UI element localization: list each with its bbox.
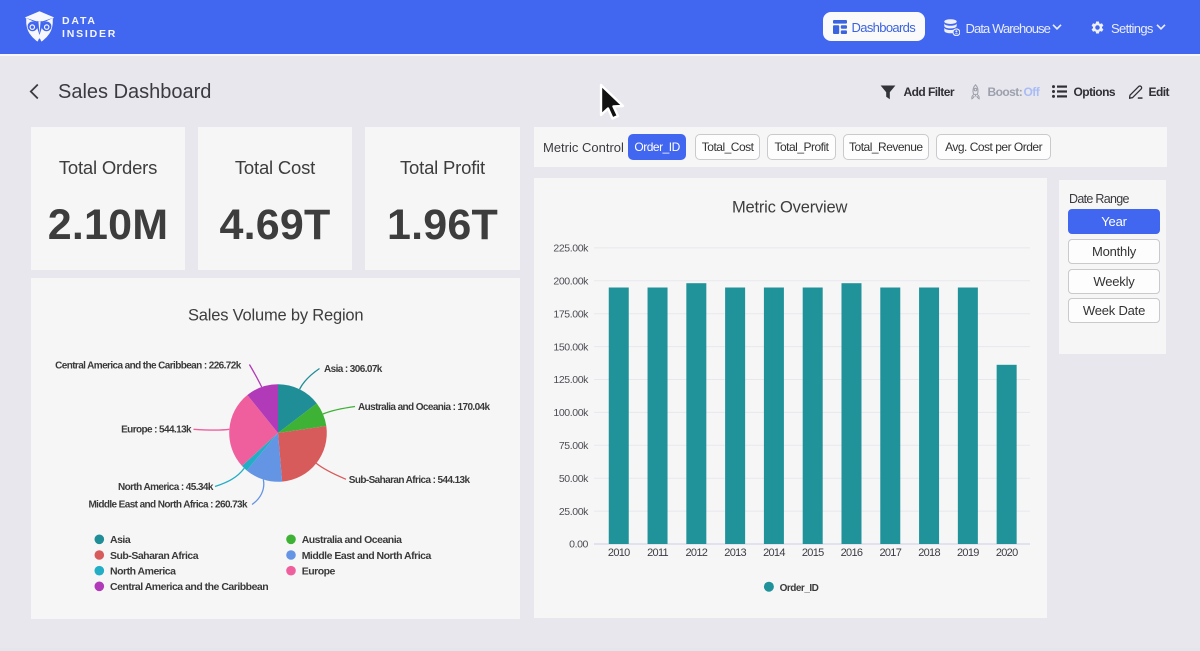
svg-text:2016: 2016 [841,547,863,559]
svg-text:Australia and Oceania: Australia and Oceania [302,534,402,546]
svg-text:75.00k: 75.00k [559,440,589,452]
svg-text:Central America and the Caribb: Central America and the Caribbean : 226.… [55,361,242,372]
svg-text:2015: 2015 [802,547,824,559]
svg-text:Sub-Saharan Africa: Sub-Saharan Africa [110,550,199,562]
svg-text:Sales Volume by Region: Sales Volume by Region [188,306,363,324]
svg-text:2011: 2011 [647,547,668,559]
svg-text:Asia: Asia [110,534,131,546]
svg-text:175.00k: 175.00k [553,308,589,320]
svg-text:North America : 45.34k: North America : 45.34k [118,482,214,493]
svg-text:Middle East and North Africa :: Middle East and North Africa : 260.73k [88,500,248,511]
svg-text:200.00k: 200.00k [553,276,589,288]
svg-text:2010: 2010 [608,547,630,559]
svg-text:150.00k: 150.00k [553,341,589,353]
svg-text:50.00k: 50.00k [559,473,589,485]
svg-text:125.00k: 125.00k [553,374,589,386]
svg-text:Central America and the Caribb: Central America and the Caribbean [110,581,268,593]
svg-text:25.00k: 25.00k [559,506,589,518]
svg-text:Europe : 544.13k: Europe : 544.13k [121,424,192,435]
svg-text:0.00: 0.00 [569,539,588,551]
svg-text:225.00k: 225.00k [553,243,589,255]
svg-text:2018: 2018 [918,547,940,559]
svg-text:2014: 2014 [763,547,785,559]
svg-text:Europe: Europe [302,566,336,578]
svg-text:Middle East and North Africa: Middle East and North Africa [302,550,432,562]
svg-text:Metric Overview: Metric Overview [732,199,848,217]
svg-text:2019: 2019 [957,547,979,559]
svg-text:North America: North America [110,566,176,578]
svg-text:2020: 2020 [996,547,1018,559]
svg-text:2013: 2013 [724,547,746,559]
svg-text:2017: 2017 [879,547,901,559]
svg-text:Asia : 306.07k: Asia : 306.07k [324,364,383,375]
svg-text:Order_ID: Order_ID [780,583,819,594]
svg-text:100.00k: 100.00k [553,407,589,419]
svg-text:Sub-Saharan Africa : 544.13k: Sub-Saharan Africa : 544.13k [349,475,471,486]
svg-text:2012: 2012 [685,547,707,559]
svg-text:Australia and Oceania : 170.04: Australia and Oceania : 170.04k [358,402,491,413]
